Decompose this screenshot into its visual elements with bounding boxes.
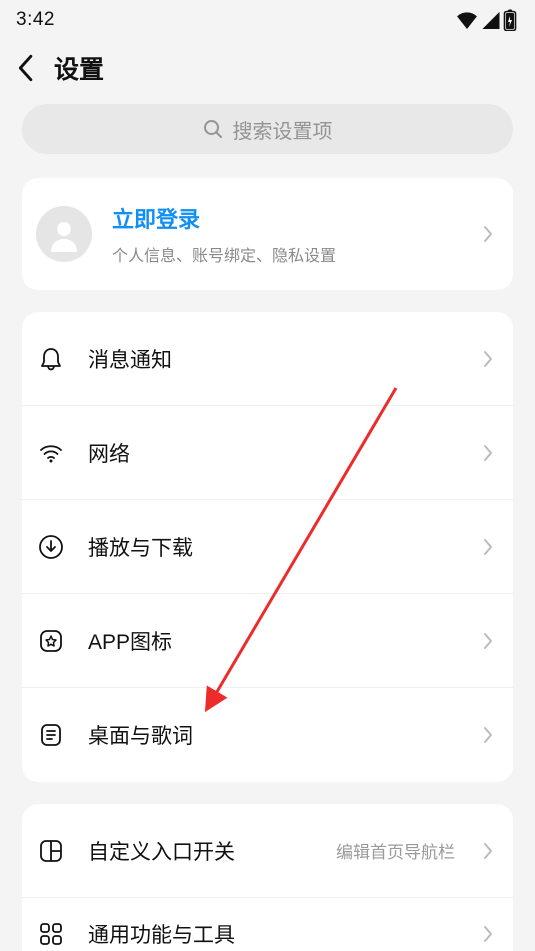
status-time: 3:42	[16, 9, 55, 31]
login-subtitle: 个人信息、账号绑定、隐私设置	[112, 242, 463, 266]
settings-group-1: 消息通知 网络 播放与下载 APP图标 桌面与歌词	[22, 312, 513, 782]
search-placeholder: 搜索设置项	[233, 115, 333, 144]
settings-group-2: 自定义入口开关 编辑首页导航栏 通用功能与工具	[22, 804, 513, 951]
avatar	[36, 206, 92, 262]
chevron-right-icon	[483, 538, 493, 556]
page-title: 设置	[54, 50, 104, 86]
status-bar: 3:42	[0, 0, 535, 36]
lyrics-icon	[36, 720, 66, 750]
chevron-right-icon	[483, 925, 493, 943]
row-label: 消息通知	[88, 344, 461, 374]
back-button[interactable]	[16, 54, 34, 82]
battery-icon	[503, 9, 517, 31]
settings-row-playback-download[interactable]: 播放与下载	[22, 500, 513, 594]
row-label: 通用功能与工具	[88, 919, 461, 949]
download-icon	[36, 532, 66, 562]
person-icon	[46, 216, 82, 252]
settings-row-app-icon[interactable]: APP图标	[22, 594, 513, 688]
settings-row-custom-entry[interactable]: 自定义入口开关 编辑首页导航栏	[22, 804, 513, 898]
row-label: 网络	[88, 438, 461, 468]
chevron-left-icon	[16, 54, 34, 82]
search-bar[interactable]: 搜索设置项	[22, 104, 513, 154]
signal-icon	[481, 11, 500, 29]
wifi-icon	[36, 438, 66, 468]
settings-row-desktop-lyrics[interactable]: 桌面与歌词	[22, 688, 513, 782]
login-row[interactable]: 立即登录 个人信息、账号绑定、隐私设置	[22, 178, 513, 290]
chevron-right-icon	[483, 632, 493, 650]
grid-icon	[36, 919, 66, 949]
row-sub-label: 编辑首页导航栏	[336, 838, 455, 863]
settings-row-general-tools[interactable]: 通用功能与工具	[22, 898, 513, 951]
settings-row-network[interactable]: 网络	[22, 406, 513, 500]
login-card: 立即登录 个人信息、账号绑定、隐私设置	[22, 178, 513, 290]
chevron-right-icon	[483, 225, 493, 243]
chevron-right-icon	[483, 444, 493, 462]
star-box-icon	[36, 626, 66, 656]
layout-icon	[36, 836, 66, 866]
chevron-right-icon	[483, 842, 493, 860]
wifi-icon	[456, 11, 478, 29]
search-icon	[203, 119, 223, 139]
row-label: 自定义入口开关	[88, 836, 314, 866]
login-title: 立即登录	[112, 202, 463, 234]
settings-row-notifications[interactable]: 消息通知	[22, 312, 513, 406]
login-text-block: 立即登录 个人信息、账号绑定、隐私设置	[112, 202, 463, 266]
header: 设置	[0, 36, 535, 104]
bell-icon	[36, 344, 66, 374]
row-label: 桌面与歌词	[88, 720, 461, 750]
row-label: APP图标	[88, 626, 461, 656]
row-label: 播放与下载	[88, 532, 461, 562]
chevron-right-icon	[483, 350, 493, 368]
status-icons	[456, 9, 517, 31]
chevron-right-icon	[483, 726, 493, 744]
